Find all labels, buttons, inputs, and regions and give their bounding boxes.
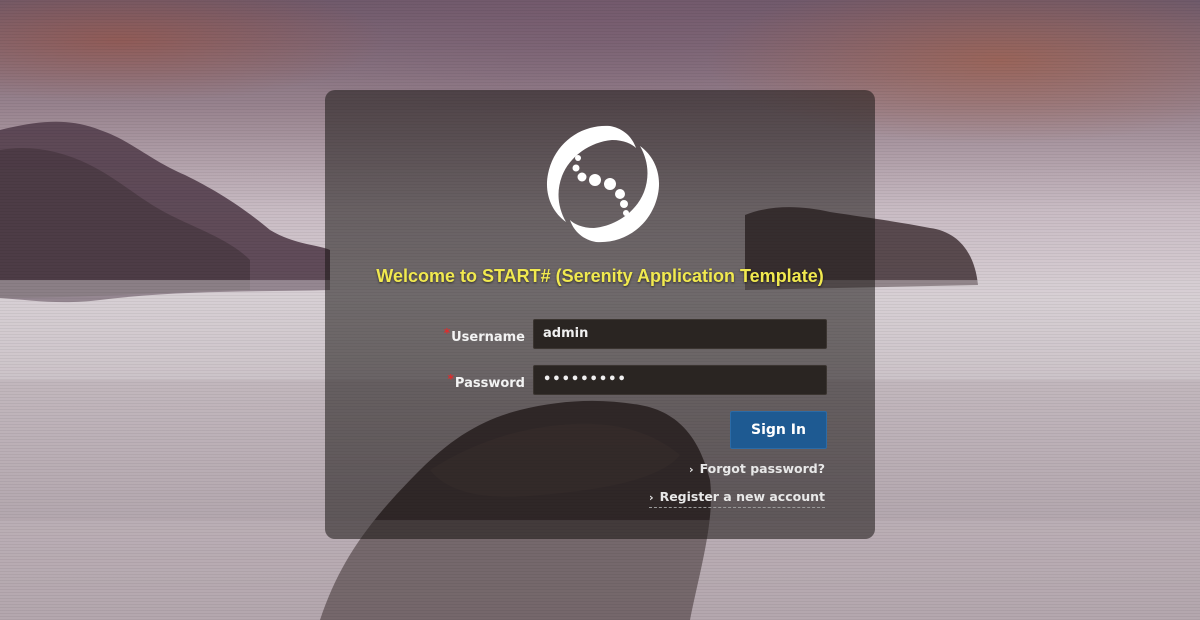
forgot-password-text: Forgot password? [699, 461, 825, 476]
password-label-text: Password [454, 376, 525, 391]
forgot-password-link[interactable]: › Forgot password? [689, 461, 825, 476]
chevron-right-icon: › [689, 463, 694, 476]
register-text: Register a new account [659, 489, 825, 504]
login-panel: Welcome to START# (Serenity Application … [325, 90, 875, 539]
chevron-right-icon: › [649, 491, 654, 504]
serenity-swirl-logo-icon [540, 122, 666, 246]
welcome-heading: Welcome to START# (Serenity Application … [376, 266, 824, 286]
username-label-text: Username [451, 330, 525, 345]
sign-in-button[interactable]: Sign In [730, 411, 827, 449]
username-label: *Username [325, 326, 525, 345]
password-label: *Password [325, 372, 525, 391]
required-marker: * [443, 326, 451, 340]
password-input[interactable]: ••••••••• [533, 365, 827, 395]
required-marker: * [447, 372, 454, 386]
username-input[interactable]: admin [533, 319, 827, 349]
register-link[interactable]: › Register a new account [649, 489, 825, 508]
